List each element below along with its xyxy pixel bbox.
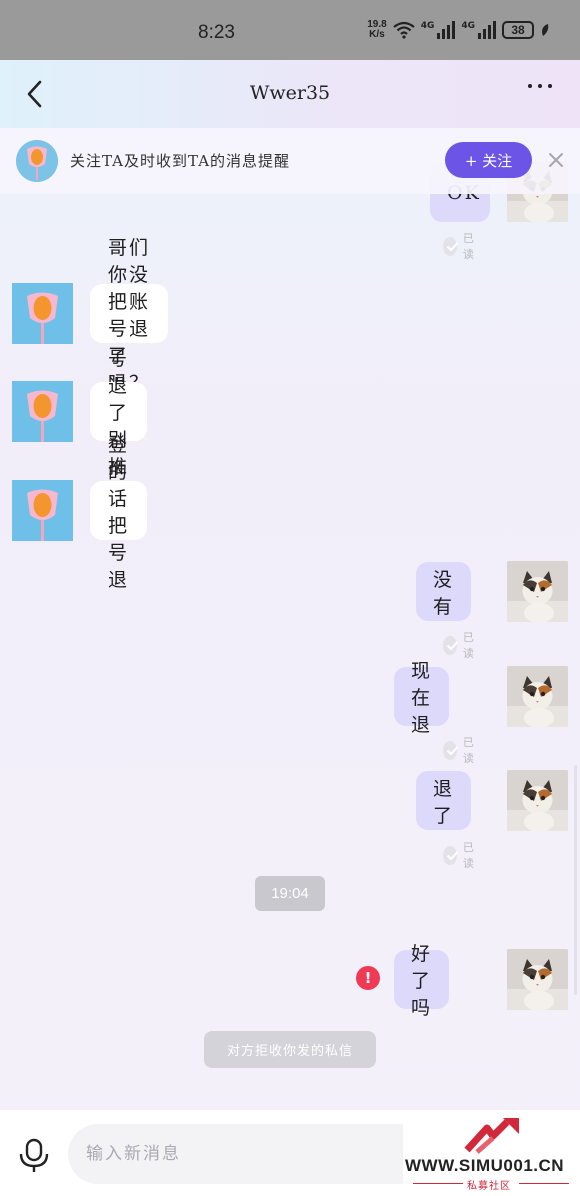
system-notice: 对方拒收你发的私信 — [204, 1031, 376, 1068]
simu-logo-icon — [464, 1118, 519, 1154]
microphone-icon[interactable] — [18, 1138, 50, 1174]
more-options-icon[interactable] — [528, 84, 552, 88]
check-icon — [443, 740, 459, 760]
watermark-site: WWW.SIMU001.CN — [405, 1156, 565, 1175]
read-receipt: 已读 — [443, 734, 479, 766]
chat-title: Wwer35 — [249, 82, 331, 104]
self-avatar[interactable] — [507, 666, 568, 727]
message-bubble[interactable]: 登的话把号退 — [90, 434, 148, 591]
follow-banner: 关注TA及时收到TA的消息提醒 + 关注 — [0, 128, 580, 194]
network-speed: 19.8 K/s — [367, 19, 387, 40]
cat-avatar-icon — [507, 666, 568, 727]
message-bubble[interactable]: 没有 — [416, 562, 472, 621]
ice-lolly-icon — [16, 140, 58, 182]
message-bubble[interactable]: 退了 — [416, 771, 472, 830]
ice-lolly-icon — [12, 283, 73, 344]
read-receipt: 已读 — [443, 839, 479, 871]
close-icon[interactable] — [548, 152, 564, 168]
wifi-icon — [393, 21, 415, 39]
watermark-subtitle: 私募社区 — [467, 1181, 511, 1192]
battery-icon: 38 — [502, 21, 534, 39]
divider — [519, 1183, 569, 1184]
check-icon — [443, 845, 459, 865]
status-time: 8:23 — [198, 22, 235, 43]
status-bar: 8:23 19.8 K/s 4G 4G 38 — [0, 0, 580, 60]
check-icon — [443, 635, 459, 655]
send-failed-icon[interactable]: ! — [356, 966, 380, 990]
check-icon — [443, 236, 459, 256]
follow-button[interactable]: + 关注 — [445, 142, 532, 178]
read-receipt: 已读 — [443, 230, 479, 262]
watermark: WWW.SIMU001.CN 私募社区 — [403, 1110, 580, 1196]
read-receipt: 已读 — [443, 629, 479, 661]
contact-avatar[interactable] — [12, 283, 73, 344]
cat-avatar-icon — [507, 949, 568, 1010]
self-avatar[interactable] — [507, 770, 568, 831]
ice-lolly-icon — [12, 381, 73, 442]
self-avatar[interactable] — [507, 561, 568, 622]
status-icons: 19.8 K/s 4G 4G 38 — [367, 20, 550, 40]
signal-1-icon: 4G — [421, 21, 456, 39]
time-divider: 19:04 — [255, 876, 325, 911]
message-bubble[interactable]: 哥们你没把账号退了吗？ — [90, 237, 168, 394]
cat-avatar-icon — [507, 561, 568, 622]
message-bubble[interactable]: 现在退 — [394, 660, 450, 736]
message-bubble[interactable]: 好了吗 — [394, 943, 450, 1019]
signal-2-icon: 4G — [461, 21, 496, 39]
self-avatar[interactable] — [507, 949, 568, 1010]
scrollbar[interactable] — [574, 765, 577, 995]
contact-avatar[interactable] — [12, 480, 73, 541]
contact-avatar[interactable] — [12, 381, 73, 442]
ice-lolly-icon — [12, 480, 73, 541]
leaf-icon — [542, 24, 549, 36]
chat-header: Wwer35 — [0, 60, 580, 128]
divider — [413, 1183, 463, 1184]
cat-avatar-icon — [507, 770, 568, 831]
contact-avatar[interactable] — [16, 140, 58, 182]
follow-prompt: 关注TA及时收到TA的消息提醒 — [70, 152, 291, 170]
